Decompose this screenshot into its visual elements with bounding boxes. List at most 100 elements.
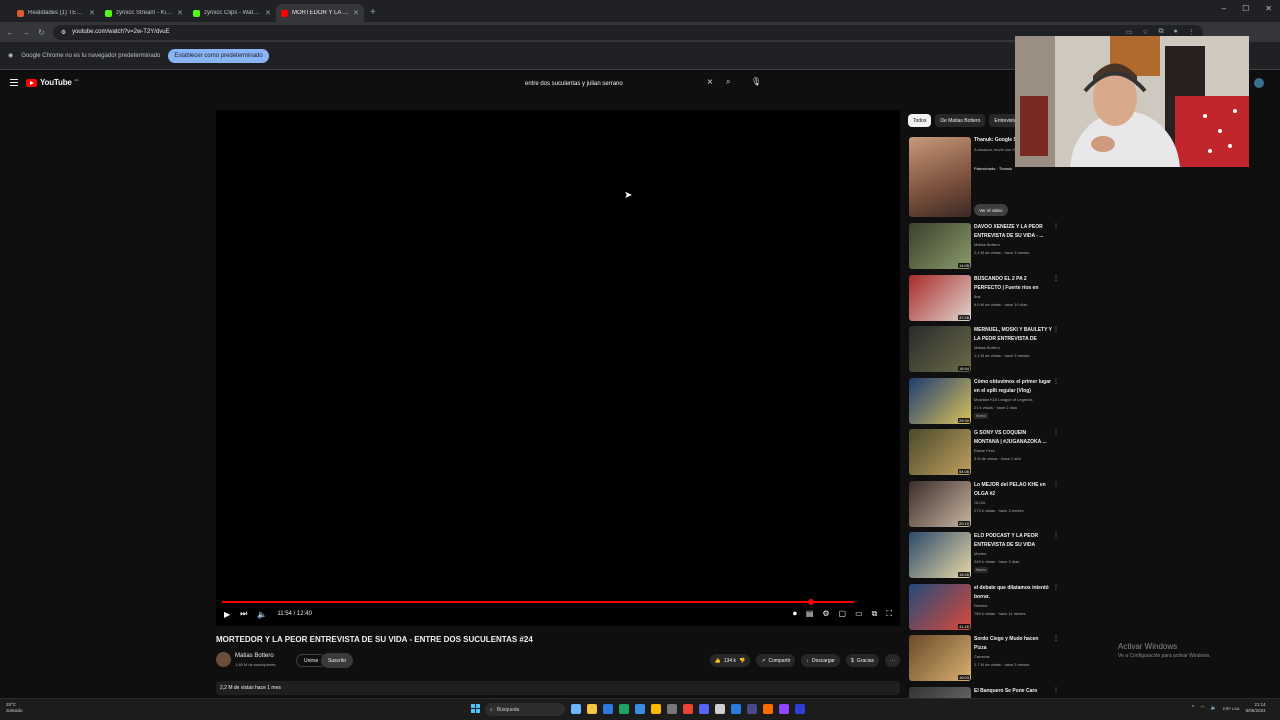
recommendation-item[interactable]: 29:30 Cómo obtuvimos el primer lugar en e… [909, 377, 1059, 426]
recommendation-thumbnail[interactable]: 41:26 [909, 583, 971, 630]
share-button[interactable]: ↗ Compartir [756, 654, 796, 667]
more-options-icon[interactable]: ⋮ [1053, 275, 1059, 282]
taskbar-app-icon[interactable] [715, 704, 725, 714]
browser-tab[interactable]: zynxcc Clips - Watch Live on K ✕ [188, 4, 276, 22]
recommendation-item[interactable]: 18:54 MERNUEL, MOSKI Y BAULETY Y LA PEOR … [909, 326, 1059, 374]
recommendation-channel[interactable]: Matias Bottero [974, 242, 1000, 247]
taskbar-app-icon[interactable] [731, 704, 741, 714]
video-player[interactable]: ➤ ▶ ⏭ 🔈 11:54 / 12:40 ⏺ ▤ ⚙ ▢ ▭ ⧉ ⛶ [216, 110, 900, 626]
taskbar-app-icon[interactable] [763, 704, 773, 714]
like-button[interactable]: 👍 134 k 👎 [709, 654, 751, 667]
account-avatar[interactable] [1254, 78, 1264, 88]
ad-watch-button[interactable]: Ver el video [974, 204, 1008, 216]
download-button[interactable]: ↓ Descargar [801, 654, 840, 667]
recommendation-channel[interactable]: Carreras [974, 654, 990, 659]
new-tab-button[interactable]: + [370, 7, 376, 18]
taskbar-app-icon[interactable] [667, 704, 677, 714]
windows-start-icon[interactable] [471, 704, 480, 713]
more-options-icon[interactable]: ⋮ [1053, 223, 1059, 230]
microphone-icon[interactable]: 🎙 [751, 77, 761, 86]
tab-close-icon[interactable]: ✕ [265, 9, 271, 17]
miniplayer-icon[interactable]: ▢ [839, 609, 847, 619]
more-options-icon[interactable]: ⋮ [1053, 584, 1059, 591]
minimize-icon[interactable]: – [1222, 4, 1226, 13]
set-default-button[interactable]: Establecer como predeterminado [168, 48, 269, 63]
recommendation-thumbnail[interactable]: 37:28 [909, 274, 971, 321]
browser-tab[interactable]: Realidades (1) TER - youtube.com ✕ [12, 4, 100, 22]
profile-icon[interactable]: ● [1173, 28, 1177, 36]
play-icon[interactable]: ▶ [224, 610, 230, 619]
recommendation-thumbnail[interactable]: 14:05 [909, 223, 971, 269]
recommendation-item[interactable]: 37:28 BUSCANDO EL 2 PA 2 PERFECTO | Fuert… [909, 274, 1059, 323]
clock[interactable]: 21:14 8/06/2024 [1246, 702, 1266, 714]
recommendation-item[interactable]: 41:26 el debate que dilatamos intentó bor… [909, 583, 1059, 632]
taskbar-app-icon[interactable] [635, 704, 645, 714]
recommendation-channel[interactable]: Ibai [974, 294, 980, 299]
recommendation-item[interactable]: 16:03 Sordo Ciego y Mudo hacen Pizza Carre… [909, 635, 1059, 683]
taskbar-app-icon[interactable] [699, 704, 709, 714]
fullscreen-icon[interactable]: ⛶ [886, 609, 892, 619]
taskbar-app-icon[interactable] [587, 704, 597, 714]
subtitles-icon[interactable]: ▤ [806, 609, 814, 619]
taskbar-app-icon[interactable] [795, 704, 805, 714]
ad-thumbnail[interactable] [909, 137, 971, 217]
maximize-icon[interactable]: ☐ [1242, 4, 1249, 13]
settings-gear-icon[interactable]: ⚙ [822, 609, 829, 619]
more-options-icon[interactable]: ⋮ [1053, 378, 1059, 385]
taskbar-app-icon[interactable] [571, 704, 581, 714]
autoplay-toggle-icon[interactable]: ⏺ [793, 609, 797, 619]
back-icon[interactable]: ← [6, 28, 14, 37]
browser-tab-active[interactable]: MORTEDOR Y LA PEOR ENTREV ✕ [276, 4, 364, 22]
progress-bar[interactable] [222, 599, 854, 605]
tray-chevron-icon[interactable]: ^ [1192, 705, 1194, 711]
hamburger-menu-icon[interactable] [10, 79, 18, 88]
more-actions-button[interactable]: ··· [885, 654, 900, 667]
subscribed-button[interactable]: Suscrito [321, 653, 354, 668]
taskbar-app-icon[interactable] [747, 704, 757, 714]
youtube-logo[interactable]: YouTube ES [26, 78, 78, 87]
recommendation-thumbnail[interactable]: 16:03 [909, 635, 971, 681]
taskbar-app-icon[interactable] [603, 704, 613, 714]
extensions-icon[interactable]: ⧉ [1158, 28, 1163, 36]
more-options-icon[interactable]: ⋮ [1053, 481, 1059, 488]
recommendation-channel[interactable]: OLGA [974, 500, 985, 505]
more-options-icon[interactable]: ⋮ [1053, 687, 1059, 694]
recommendation-channel[interactable]: Elaine Fera [974, 448, 994, 453]
recommendation-item[interactable]: 15:26 ELO PODCAST Y LA PEOR ENTREVISTA DE… [909, 532, 1059, 580]
channel-name[interactable]: Matias Bottero [235, 653, 274, 659]
search-icon[interactable]: ⌕ [726, 77, 730, 87]
taskbar-search[interactable]: ⌕ Búsqueda [485, 703, 565, 716]
taskbar-app-icon[interactable] [683, 704, 693, 714]
browser-tab[interactable]: zynxcc Stream - Kick Dashboa ✕ [100, 4, 188, 22]
clear-search-icon[interactable]: × [707, 77, 713, 88]
site-info-icon[interactable]: ⚙ [61, 29, 66, 36]
recommendation-item[interactable]: 20:19 Lo MEJOR del PELAO KHE en OLGA #2 OL… [909, 480, 1059, 529]
channel-avatar[interactable] [216, 652, 231, 667]
more-options-icon[interactable]: ⋮ [1053, 429, 1059, 436]
cast-icon[interactable]: ⧉ [872, 609, 878, 619]
more-options-icon[interactable]: ⋮ [1053, 532, 1059, 539]
recommendation-channel[interactable]: Movistar KOI League of Legends [974, 397, 1032, 402]
theater-mode-icon[interactable]: ▭ [855, 609, 863, 619]
tab-close-icon[interactable]: ✕ [177, 9, 183, 17]
forward-icon[interactable]: → [22, 28, 30, 37]
recommendation-channel[interactable]: Mortee [974, 551, 986, 556]
more-options-icon[interactable]: ⋮ [1053, 326, 1059, 333]
wifi-icon[interactable]: ◠ [1200, 705, 1204, 711]
tab-close-icon[interactable]: ✕ [89, 9, 95, 17]
recommendation-thumbnail[interactable]: 20:19 [909, 480, 971, 527]
taskbar-app-icon[interactable] [779, 704, 789, 714]
thumbs-down-icon[interactable]: 👎 [739, 658, 745, 664]
description-box[interactable]: 2,2 M de vistas hace 1 mes [216, 681, 900, 695]
more-options-icon[interactable]: ⋮ [1053, 635, 1059, 642]
recommendation-item[interactable]: 14:05 DAVOO XENEIZE Y LA PEOR ENTREVISTA … [909, 223, 1059, 271]
recommendation-item[interactable]: 54:06 G SONY VS COQUEIN MONTANA | #JUGANA… [909, 429, 1059, 477]
next-icon[interactable]: ⏭ [240, 609, 247, 619]
weather-widget[interactable]: 28°C Soleado [6, 702, 23, 714]
volume-icon[interactable]: 🔈 [257, 610, 267, 619]
taskbar-app-icon[interactable] [619, 704, 629, 714]
tab-close-icon[interactable]: ✕ [353, 9, 359, 17]
recommendation-channel[interactable]: Rewind [974, 603, 987, 608]
language-indicator[interactable]: ESP LAA [1223, 706, 1240, 711]
speaker-icon[interactable]: 🔈 [1211, 705, 1217, 711]
